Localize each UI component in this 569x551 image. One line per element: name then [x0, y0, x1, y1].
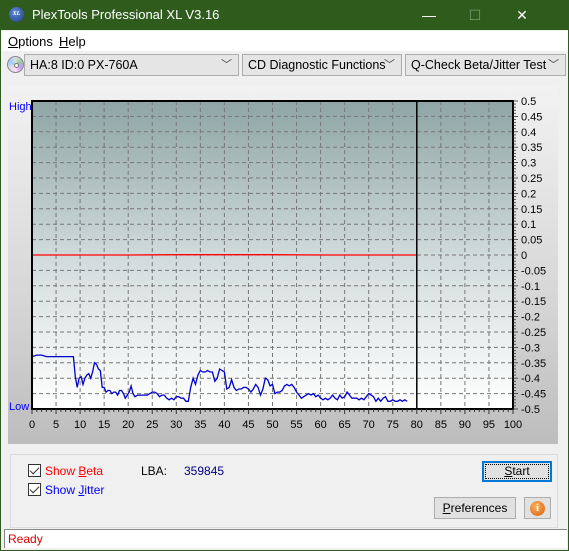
lba-value: 359845: [184, 464, 225, 478]
x-tick-label: 40: [218, 419, 230, 431]
menu-help-mnemonic: H: [59, 34, 69, 49]
y-tick-label: 0.5: [521, 96, 536, 108]
app-logo-icon: XL: [9, 7, 24, 22]
y-tick-label: -0.15: [521, 296, 546, 308]
y-axis-right: 0.5 0.45 0.4 0.35 0.3 0.25 0.2 0.15 0.1 0.05 0 -0.0…: [513, 96, 546, 416]
show-beta-label-post: eta: [86, 464, 104, 478]
y-tick-label: -0.35: [521, 358, 546, 370]
x-tick-label: 75: [387, 419, 399, 431]
menu-help-rest: elp: [68, 34, 86, 49]
y-tick-label: -0.2: [521, 312, 540, 324]
drive-select[interactable]: HA:8 ID:0 PX-760A ﹀: [24, 54, 239, 76]
show-beta-label-pre: Show: [45, 464, 79, 478]
drive-select-value: HA:8 ID:0 PX-760A: [30, 58, 138, 72]
x-tick-label: 30: [170, 419, 182, 431]
x-tick-label: 100: [504, 419, 522, 431]
lba-label: LBA:: [141, 464, 168, 478]
x-tick-label: 10: [74, 419, 86, 431]
preferences-label: references: [450, 501, 508, 515]
y-tick-label: -0.45: [521, 389, 546, 401]
y-tick-label: 0.1: [521, 219, 536, 231]
x-tick-label: 90: [459, 419, 471, 431]
test-select-value: Q-Check Beta/Jitter Test: [411, 58, 547, 72]
x-tick-label: 25: [146, 419, 158, 431]
y-tick-label: 0.25: [521, 173, 542, 185]
show-beta-label[interactable]: Show Beta: [45, 464, 103, 478]
chart-panel: 0 5 10 15 20 25 30 35 40 45 50 55 60 65 70 75 80 85 90 95 10…: [8, 86, 558, 444]
y-tick-label: 0.35: [521, 142, 542, 154]
x-tick-label: 5: [53, 419, 59, 431]
chevron-down-icon: ﹀: [221, 59, 232, 71]
function-select[interactable]: CD Diagnostic Functions ﹀: [242, 54, 402, 76]
x-axis: 0 5 10 15 20 25 30 35 40 45 50 55 60 65 70 75 80 85 90 95 10…: [29, 409, 522, 431]
info-icon: i: [530, 501, 545, 516]
y-tick-label: 0.15: [521, 204, 542, 216]
y-tick-label: -0.05: [521, 265, 546, 277]
x-tick-label: 15: [98, 419, 110, 431]
status-text: Ready: [8, 532, 43, 546]
focus-rect: [485, 464, 549, 479]
close-button[interactable]: ✕: [499, 0, 545, 30]
high-label: High: [9, 101, 32, 113]
menu-help[interactable]: Help: [59, 34, 86, 49]
y-tick-label: -0.5: [521, 404, 540, 416]
low-label: Low: [9, 401, 29, 413]
x-tick-label: 65: [339, 419, 351, 431]
test-select[interactable]: Q-Check Beta/Jitter Test ﹀: [405, 54, 566, 76]
window-title: PlexTools Professional XL V3.16: [32, 7, 220, 22]
maximize-button[interactable]: ☐: [452, 0, 498, 30]
title-bar: XL PlexTools Professional XL V3.16 — ☐ ✕: [1, 0, 568, 30]
y-tick-label: -0.3: [521, 342, 540, 354]
y-tick-label: 0: [521, 250, 527, 262]
y-tick-label: 0.05: [521, 235, 542, 247]
start-button[interactable]: Start: [482, 461, 552, 482]
x-tick-label: 35: [194, 419, 206, 431]
menu-bar: Options Help: [1, 31, 568, 51]
controls-panel: Show Beta Show Jitter LBA: 359845 Start …: [10, 454, 558, 528]
y-tick-label: 0.3: [521, 158, 536, 170]
x-tick-label: 60: [314, 419, 326, 431]
cd-disc-icon: [7, 56, 24, 73]
x-tick-label: 20: [122, 419, 134, 431]
minimize-button[interactable]: —: [406, 0, 452, 30]
y-tick-label: -0.4: [521, 373, 540, 385]
y-tick-label: -0.25: [521, 327, 546, 339]
x-tick-label: 55: [290, 419, 302, 431]
y-tick-label: 0.45: [521, 111, 542, 123]
show-jitter-label-pre: Show: [45, 483, 79, 497]
beta-jitter-chart: 0 5 10 15 20 25 30 35 40 45 50 55 60 65 70 75 80 85 90 95 10…: [9, 96, 546, 431]
show-jitter-label[interactable]: Show Jitter: [45, 483, 104, 497]
x-tick-label: 80: [411, 419, 423, 431]
x-tick-label: 0: [29, 419, 35, 431]
x-tick-label: 95: [483, 419, 495, 431]
chevron-down-icon: ﹀: [384, 59, 395, 71]
chevron-down-icon: ﹀: [548, 59, 559, 71]
y-tick-label: 0.2: [521, 188, 536, 200]
preferences-mnemonic: P: [442, 501, 451, 515]
menu-options-mnemonic: O: [8, 34, 19, 49]
toolbar: HA:8 ID:0 PX-760A ﹀ CD Diagnostic Functi…: [1, 51, 568, 79]
preferences-button[interactable]: Preferences: [434, 497, 516, 519]
x-tick-label: 85: [435, 419, 447, 431]
info-button[interactable]: i: [524, 497, 551, 519]
x-tick-label: 70: [363, 419, 375, 431]
menu-options-rest: ptions: [18, 34, 53, 49]
x-tick-label: 45: [242, 419, 254, 431]
x-tick-label: 50: [266, 419, 278, 431]
menu-options[interactable]: Options: [8, 34, 53, 49]
function-select-value: CD Diagnostic Functions: [248, 58, 386, 72]
show-beta-checkbox[interactable]: [28, 464, 41, 477]
show-jitter-label-post: itter: [84, 483, 105, 497]
show-jitter-checkbox[interactable]: [28, 483, 41, 496]
y-tick-label: -0.1: [521, 281, 540, 293]
app-window: XL PlexTools Professional XL V3.16 — ☐ ✕…: [1, 0, 568, 550]
status-bar: Ready: [4, 529, 567, 548]
y-tick-label: 0.4: [521, 127, 536, 139]
